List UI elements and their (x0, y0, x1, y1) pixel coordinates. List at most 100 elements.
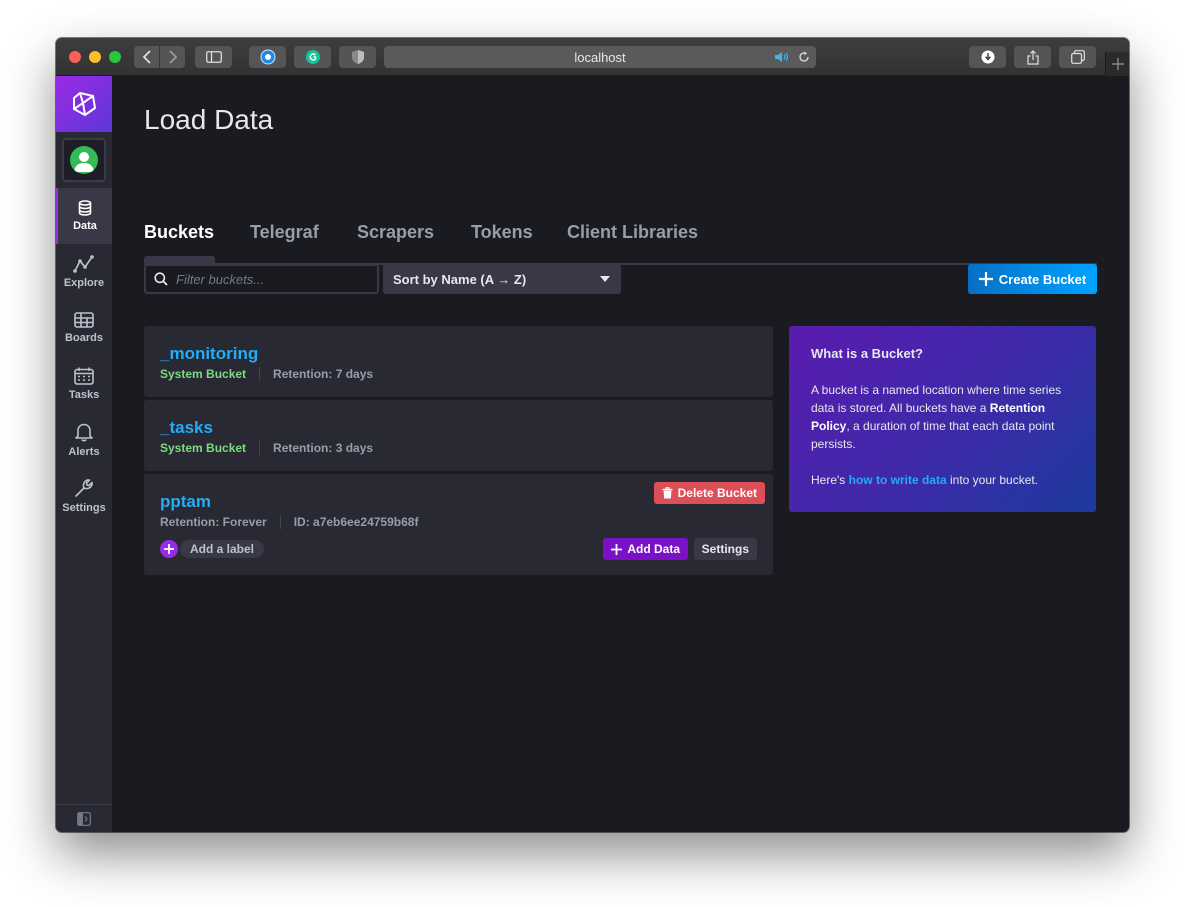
influxdb-logo[interactable] (56, 76, 112, 132)
add-data-label: Add Data (627, 542, 680, 556)
bucket-meta: System Bucket Retention: 3 days (160, 441, 373, 455)
extension-button-3[interactable] (339, 46, 376, 68)
tab-bar: Buckets Telegraf Scrapers Tokens Client … (144, 220, 1097, 265)
info-panel-description: A bucket is a named location where time … (811, 381, 1074, 453)
sidebar-item-tasks[interactable]: Tasks (56, 356, 112, 412)
sidebar-icon (205, 51, 222, 63)
delete-bucket-label: Delete Bucket (677, 486, 757, 500)
maximize-window-button[interactable] (109, 51, 121, 63)
tab-client-libraries[interactable]: Client Libraries (567, 222, 698, 243)
bucket-name-link[interactable]: _monitoring (160, 344, 258, 364)
reload-icon[interactable] (798, 51, 810, 63)
tab-scrapers[interactable]: Scrapers (357, 222, 434, 243)
sidebar-item-label: Boards (65, 332, 103, 344)
how-to-write-data-link[interactable]: how to write data (849, 473, 947, 487)
search-input[interactable]: Filter buckets... (144, 264, 379, 294)
sidebar-item-label: Settings (62, 502, 106, 514)
download-icon (981, 50, 994, 64)
active-tab-indicator (144, 256, 215, 264)
cuboid-logo-icon (73, 92, 96, 116)
forward-button[interactable] (160, 46, 185, 68)
dashboard-icon (74, 312, 94, 328)
address-bar-url: localhost (574, 49, 626, 65)
browser-titlebar: localhost (56, 38, 1129, 76)
bucket-name-link[interactable]: pptam (160, 492, 211, 512)
collapse-icon (77, 811, 91, 826)
meta-divider (259, 441, 261, 455)
downloads-button[interactable] (969, 46, 1006, 68)
avatar (70, 146, 98, 174)
share-button[interactable] (1014, 46, 1051, 68)
tab-buckets[interactable]: Buckets (144, 222, 214, 243)
chevron-right-icon (168, 50, 177, 64)
sidebar-item-label: Alerts (68, 446, 100, 458)
shield-icon (351, 50, 364, 64)
info-panel-help: Here's how to write data into your bucke… (811, 471, 1074, 489)
sort-dropdown-label: Sort by Name (A → Z) (393, 271, 527, 287)
minimize-window-button[interactable] (89, 51, 101, 63)
tabs-overview-button[interactable] (1059, 46, 1096, 68)
bucket-type: System Bucket (160, 367, 247, 381)
compass-icon (260, 49, 275, 65)
trash-icon (662, 487, 673, 499)
close-window-button[interactable] (69, 51, 81, 63)
tabs-icon (1070, 50, 1085, 64)
collapse-sidebar-button[interactable] (56, 804, 112, 832)
bell-icon (75, 423, 93, 442)
sidebar-item-label: Data (73, 220, 97, 232)
sort-dropdown[interactable]: Sort by Name (A → Z) (383, 264, 621, 294)
back-button[interactable] (134, 46, 159, 68)
bucket-type: System Bucket (160, 441, 247, 455)
bucket-id: ID: a7eb6ee24759b68f (293, 515, 419, 529)
create-bucket-button[interactable]: Create Bucket (968, 264, 1097, 294)
info-text: Here's (811, 473, 849, 487)
tab-tokens[interactable]: Tokens (471, 222, 533, 243)
bucket-settings-button[interactable]: Settings (693, 538, 757, 560)
search-placeholder: Filter buckets... (176, 271, 265, 287)
bucket-name-link[interactable]: _tasks (160, 418, 213, 438)
info-text: , a duration of time that each data poin… (811, 419, 1055, 451)
info-text: into your bucket. (946, 473, 1039, 487)
user-icon (74, 152, 94, 172)
browser-window: localhost Data Explore Boards Tasks Aler… (56, 38, 1129, 832)
add-data-button[interactable]: Add Data (603, 538, 688, 560)
caret-down-icon (600, 276, 610, 282)
bucket-meta: Retention: Forever ID: a7eb6ee24759b68f (160, 515, 418, 529)
sidebar-item-settings[interactable]: Settings (56, 468, 112, 524)
bucket-retention: Retention: 7 days (273, 367, 374, 381)
create-bucket-label: Create Bucket (998, 271, 1087, 287)
user-avatar-button[interactable] (62, 138, 106, 182)
page-title: Load Data (144, 104, 274, 135)
new-tab-button[interactable] (1105, 52, 1129, 76)
calendar-icon (74, 367, 94, 385)
wrench-icon (75, 479, 93, 497)
bucket-card: pptam Retention: Forever ID: a7eb6ee2475… (144, 474, 773, 575)
bucket-retention: Retention: Forever (160, 515, 267, 529)
bucket-meta: System Bucket Retention: 7 days (160, 367, 373, 381)
add-label-pill[interactable]: Add a label (180, 540, 265, 558)
bucket-card: _monitoring System Bucket Retention: 7 d… (144, 326, 773, 397)
plus-icon (978, 272, 993, 286)
chevron-left-icon (142, 50, 151, 64)
plus-icon (1111, 58, 1124, 70)
extension-button-1[interactable] (249, 46, 286, 68)
sidebar-toggle-button[interactable] (195, 46, 232, 68)
plus-icon (611, 543, 623, 555)
speaker-icon[interactable] (774, 51, 790, 63)
address-bar[interactable]: localhost (384, 46, 816, 68)
grammarly-icon (305, 50, 320, 64)
tab-telegraf[interactable]: Telegraf (250, 222, 319, 243)
add-label-plus-icon[interactable] (160, 540, 178, 558)
nav-sidebar: Data Explore Boards Tasks Alerts Setting… (56, 76, 112, 832)
bucket-info-panel: What is a Bucket? A bucket is a named lo… (789, 326, 1096, 512)
database-icon (78, 200, 92, 216)
add-label-control[interactable]: Add a label (160, 540, 265, 558)
sidebar-item-alerts[interactable]: Alerts (56, 412, 112, 468)
delete-bucket-button[interactable]: Delete Bucket (653, 482, 765, 504)
extension-button-2[interactable] (294, 46, 331, 68)
bucket-retention: Retention: 3 days (273, 441, 374, 455)
sidebar-item-explore[interactable]: Explore (56, 244, 112, 300)
meta-divider (259, 367, 261, 381)
sidebar-item-data[interactable]: Data (56, 188, 112, 244)
sidebar-item-boards[interactable]: Boards (56, 300, 112, 356)
